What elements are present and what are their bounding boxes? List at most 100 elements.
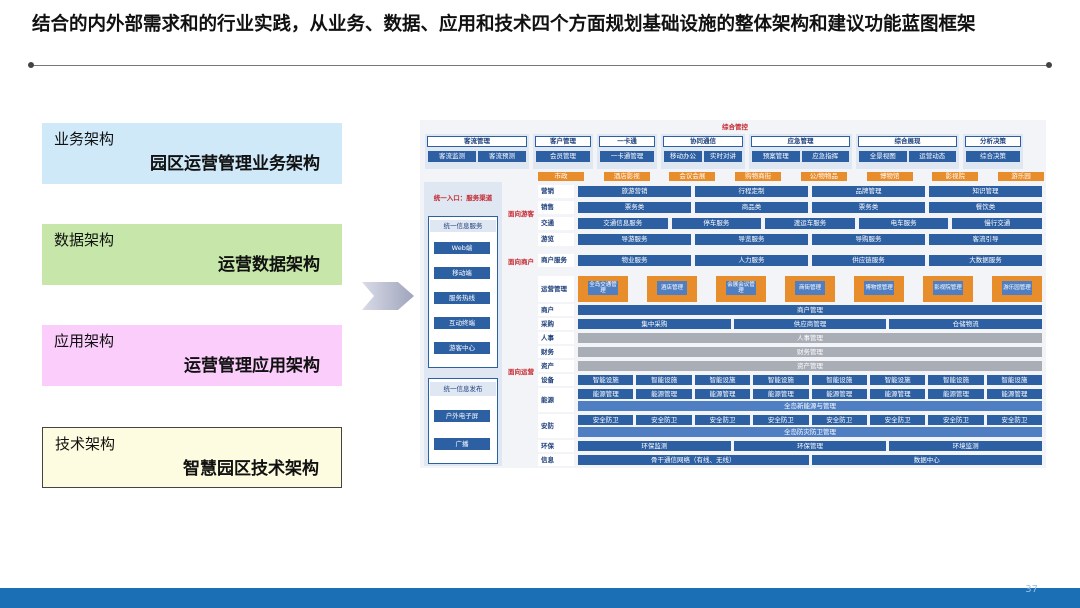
- ops-function-item: 安全防卫: [986, 415, 1042, 425]
- ops-venue-label: 酒店管理: [657, 281, 687, 295]
- top-group-item: 移动办公: [664, 151, 702, 162]
- tourist-service-item: 餐饮类: [929, 202, 1042, 213]
- architecture-name: 运营数据架构: [218, 255, 320, 275]
- tourist-service-item: 交通信息服务: [578, 218, 668, 229]
- row-label: 设备: [538, 374, 574, 386]
- section-label-merchant: 面向商户: [508, 258, 534, 267]
- category-tab: 公/物物品: [800, 172, 847, 181]
- top-group-header: 协同通信: [663, 136, 743, 147]
- ops-venue-label: 商街管理: [795, 281, 825, 295]
- top-group-item: 一卡通管理: [600, 151, 654, 162]
- top-group-item: 综合决策: [966, 151, 1020, 162]
- divider-dot-left: [28, 62, 34, 68]
- ops-function-item: 安全防卫: [578, 415, 634, 425]
- architecture-name: 园区运营管理业务架构: [150, 154, 320, 174]
- tourist-service-item: 电车服务: [858, 218, 949, 229]
- ops-function-item: 能源管理: [811, 389, 867, 399]
- info-publish-item: 户外电子屏: [434, 410, 490, 422]
- ops-function-item: 骨干通信网络（有线、无线）: [578, 455, 809, 465]
- ops-function-item: 供应商管理: [733, 319, 887, 329]
- row-label: 能源: [538, 388, 574, 412]
- info-service-item: 移动端: [434, 267, 490, 279]
- merchant-service-item: 供应链服务: [812, 255, 925, 266]
- section-label-operations: 面向运营: [508, 368, 534, 377]
- ops-function-item: 智能设施: [578, 375, 634, 385]
- row-label: 交通: [538, 217, 574, 230]
- ops-function-item: 商户管理: [578, 305, 1042, 315]
- tourist-service-item: 商品类: [695, 202, 808, 213]
- ops-function-item: 仓储物流: [889, 319, 1042, 329]
- ops-function-item: 安全防卫: [869, 415, 926, 425]
- ops-function-item: 数据中心: [811, 455, 1042, 465]
- category-tab: 会议会展: [669, 172, 716, 181]
- top-group-header: 一卡通: [599, 136, 655, 147]
- info-publish-item: 广播: [434, 438, 490, 450]
- row-label: 环保: [538, 440, 574, 452]
- top-group-item: 预案管理: [752, 151, 800, 162]
- ops-venue-label: 博物馆管理: [864, 281, 894, 295]
- page-number: 37: [1025, 584, 1038, 595]
- ops-function-item: 安全防卫: [811, 415, 867, 425]
- top-group-header: 客流管理: [427, 136, 527, 147]
- row-label: 资产: [538, 360, 574, 372]
- data-architecture-box: 数据架构 运营数据架构: [42, 224, 342, 285]
- ops-function-item: 安全防卫: [753, 415, 809, 425]
- ops-function-item: 安全防卫: [928, 415, 984, 425]
- application-architecture-box: 应用架构 运营管理应用架构: [42, 325, 342, 386]
- tourist-service-item: 票务类: [812, 202, 925, 213]
- ops-function-item: 智能设施: [636, 375, 692, 385]
- divider-dot-right: [1046, 62, 1052, 68]
- diagram-title: 综合管控: [722, 123, 748, 132]
- ops-function-item: 智能设施: [753, 375, 809, 385]
- ops-function-item: 智能设施: [986, 375, 1042, 385]
- ops-function-subbar: 全岛新能源与管理: [578, 401, 1042, 411]
- info-publish-title: 统一信息发布: [430, 382, 496, 396]
- top-group-item: 运营动态: [908, 151, 956, 162]
- merchant-service-item: 人力服务: [695, 255, 808, 266]
- ops-function-item: 财务管理: [578, 347, 1042, 357]
- footer-bar: [0, 588, 1080, 608]
- ops-function-item: 能源管理: [928, 389, 984, 399]
- row-label: 商户服务: [538, 254, 574, 267]
- info-service-item: 服务热线: [434, 292, 490, 304]
- top-group-item: 客流监测: [428, 151, 476, 162]
- tourist-service-item: 知识管理: [929, 186, 1042, 197]
- tourist-service-item: 慢行交通: [952, 218, 1042, 229]
- top-group-item: 实时对讲: [704, 151, 742, 162]
- chevron-arrow-icon: [362, 282, 414, 310]
- tourist-service-item: 行程定制: [695, 186, 808, 197]
- ops-function-item: 资产管理: [578, 361, 1042, 371]
- top-group-item: 会员管理: [536, 151, 590, 162]
- top-group-item: 全景视图: [859, 151, 907, 162]
- infrastructure-blueprint-diagram: 综合管控 客流管理 客流监测 客流预测 客户管理 会员管理 一卡通 一卡通管理 协同通信 移动办公…: [420, 120, 1046, 468]
- ops-function-item: 安全防卫: [636, 415, 692, 425]
- ops-function-item: 能源管理: [986, 389, 1042, 399]
- ops-function-item: 智能设施: [869, 375, 926, 385]
- business-architecture-box: 业务架构 园区运营管理业务架构: [42, 123, 342, 184]
- info-service-item: 游客中心: [434, 342, 490, 354]
- technology-architecture-box: 技术架构 智慧园区技术架构: [42, 427, 342, 488]
- tourist-service-item: 渡运车服务: [765, 218, 855, 229]
- tourist-service-item: 品牌管理: [812, 186, 925, 197]
- ops-function-subbar: 全岛防灾防卫管理: [578, 427, 1042, 437]
- ops-function-item: 能源管理: [636, 389, 692, 399]
- category-tab: 市政: [538, 172, 584, 181]
- info-service-title: 统一信息服务: [430, 220, 496, 232]
- row-label: 安防: [538, 414, 574, 438]
- merchant-service-item: 物业服务: [578, 255, 691, 266]
- tourist-service-item: 导览服务: [695, 234, 808, 245]
- ops-function-item: 环保监测: [578, 441, 731, 451]
- row-label: 采购: [538, 318, 574, 330]
- category-tab: 博物馆: [866, 172, 913, 181]
- ops-function-item: 环境监测: [889, 441, 1042, 451]
- category-tab: 游乐园: [998, 172, 1044, 181]
- row-label: 运营管理: [538, 276, 574, 302]
- category-label: 应用架构: [54, 332, 115, 350]
- tourist-service-item: 旅游营销: [578, 186, 691, 197]
- ops-venue-label: 游乐园管理: [1002, 281, 1032, 295]
- tourist-service-item: 导游服务: [578, 234, 691, 245]
- ops-function-item: 安全防卫: [694, 415, 751, 425]
- top-group-item: 客流预测: [478, 151, 526, 162]
- architecture-name: 智慧园区技术架构: [183, 459, 319, 479]
- ops-function-item: 集中采购: [578, 319, 731, 329]
